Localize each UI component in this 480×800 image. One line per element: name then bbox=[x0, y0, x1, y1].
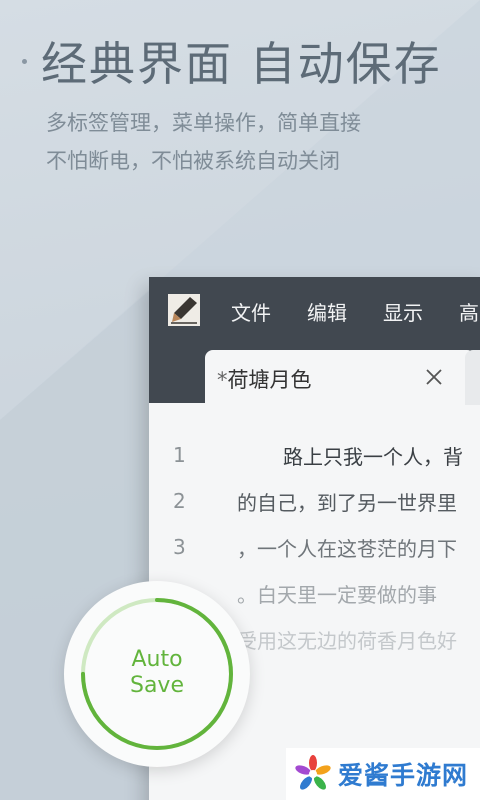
close-icon[interactable] bbox=[423, 366, 445, 388]
app-icon[interactable] bbox=[168, 294, 200, 326]
modified-marker: * bbox=[217, 368, 228, 392]
text-line-1: 路上只我一个人，背 bbox=[283, 445, 463, 469]
menu-item-edit[interactable]: 编辑 bbox=[307, 297, 347, 326]
tab-inactive[interactable] bbox=[465, 350, 480, 405]
line-number-2: 2 bbox=[173, 489, 186, 513]
text-line-4: 。白天里一定要做的事 bbox=[237, 583, 437, 607]
autosave-label: Auto Save bbox=[64, 647, 250, 699]
headline-title: 经典界面 自动保存 bbox=[41, 37, 442, 91]
autosave-line-2: Save bbox=[129, 673, 184, 698]
menu-bar: 文件 编辑 显示 高 *荷塘月色 bbox=[149, 277, 480, 405]
tab-title: *荷塘月色 bbox=[217, 364, 312, 394]
tab-active[interactable]: *荷塘月色 bbox=[205, 350, 475, 405]
headline-bullet bbox=[22, 58, 27, 64]
text-line-2: 的自己，到了另一世界里 bbox=[237, 491, 457, 515]
menu-item-file[interactable]: 文件 bbox=[231, 297, 271, 326]
autosave-badge: Auto Save bbox=[64, 581, 250, 767]
watermark-text: 爱酱手游网 bbox=[338, 761, 469, 790]
line-number-3: 3 bbox=[173, 535, 186, 559]
subtitle-line-1: 多标签管理，菜单操作，简单直接 bbox=[46, 111, 361, 135]
text-line-3: ，一个人在这苍茫的月下 bbox=[237, 537, 457, 561]
tab-title-text: 荷塘月色 bbox=[227, 368, 312, 392]
pen-icon bbox=[168, 294, 200, 326]
watermark: 爱酱手游网 bbox=[286, 748, 480, 800]
menu: 文件 编辑 显示 高 bbox=[231, 297, 479, 326]
subtitle-line-2: 不怕断电，不怕被系统自动关闭 bbox=[46, 149, 340, 173]
menu-item-view[interactable]: 显示 bbox=[383, 297, 423, 326]
subtitle: 多标签管理，菜单操作，简单直接 不怕断电，不怕被系统自动关闭 bbox=[46, 104, 361, 180]
autosave-line-1: Auto bbox=[131, 647, 183, 672]
line-number-1: 1 bbox=[173, 443, 186, 467]
text-line-5: 受用这无边的荷香月色好 bbox=[237, 629, 457, 653]
watermark-logo-icon bbox=[295, 755, 331, 790]
menu-item-advanced[interactable]: 高 bbox=[459, 297, 479, 326]
headline: 经典界面 自动保存 bbox=[22, 28, 442, 94]
